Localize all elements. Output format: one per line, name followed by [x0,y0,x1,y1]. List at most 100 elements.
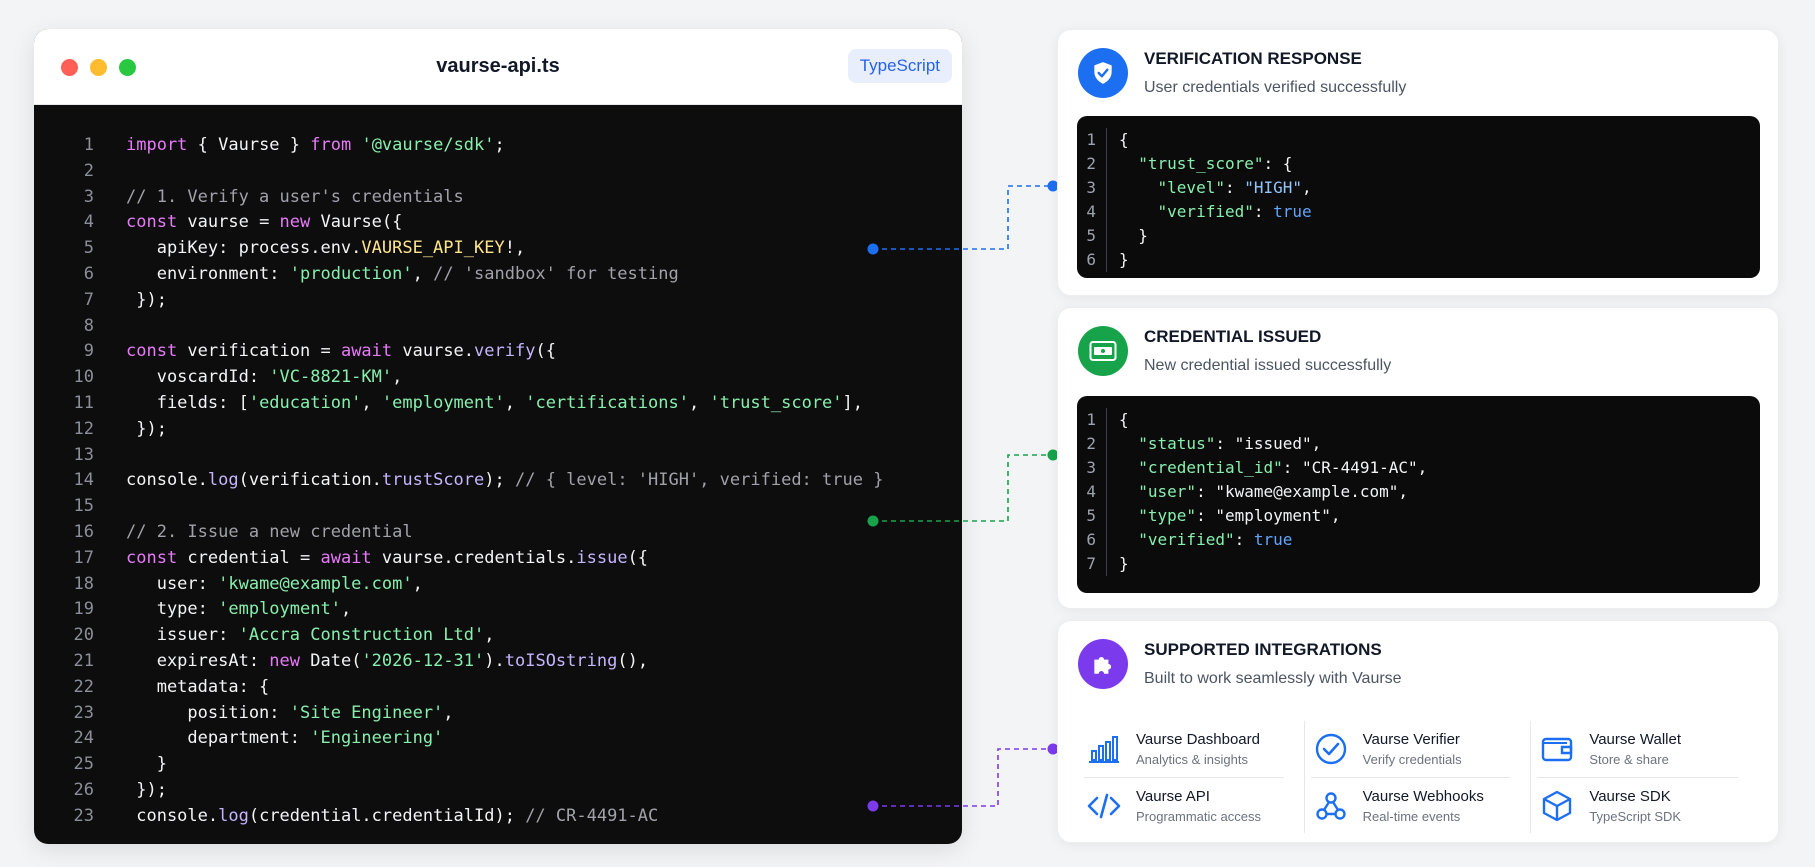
code-line: 6 environment: 'production', // 'sandbox… [34,262,962,288]
integration-vaurse-api[interactable]: Vaurse API Programmatic access [1084,777,1284,833]
code-text: metadata: { [126,675,270,701]
line-number: 11 [73,392,94,413]
json-line: 1{ [1077,408,1760,432]
wallet-icon [1537,729,1577,769]
line-number: 7 [83,289,94,310]
code-token: 'trust_score' [709,392,843,413]
code-token: const [126,341,178,362]
code-token: // { level: 'HIGH', verified: true } [514,470,884,491]
json-token: { [1119,130,1129,149]
json-line: 7} [1077,552,1760,576]
supported-integrations-card: SUPPORTED INTEGRATIONS Built to work sea… [1057,620,1779,843]
webhook-icon [1311,786,1351,826]
code-token: (), [617,650,649,671]
json-line: 6 "verified": true [1077,528,1760,552]
integration-vaurse-sdk[interactable]: Vaurse SDK TypeScript SDK [1537,777,1738,833]
code-token: await [320,547,372,568]
line-number: 5 [1077,504,1107,528]
code-line: 3 // 1. Verify a user's credentials [34,185,962,211]
json-token: , [1302,178,1312,197]
card-title: VERIFICATION RESPONSE [1144,49,1362,68]
json-token: "level" [1157,178,1225,197]
code-token: (verification. [238,470,382,491]
code-token: issuer: [126,625,239,646]
code-token: new [279,212,311,233]
code-line: 13 [34,443,962,469]
code-token: 'Site Engineer' [289,702,444,723]
code-line: 7 }); [34,288,962,314]
code-text: import { Vaurse } from '@vaurse/sdk'; [126,133,505,159]
code-token: 'employment' [381,392,505,413]
json-token: { [1119,410,1129,429]
integration-text: Vaurse Webhooks Real-time events [1363,788,1484,824]
json-line: 2 "trust_score": { [1077,152,1760,176]
code-area[interactable]: 1 import { Vaurse } from '@vaurse/sdk'; 2 3… [34,105,962,830]
json-response-block[interactable]: 1{2 "status": "issued", 3 "credential_id"… [1077,396,1760,593]
language-badge[interactable]: TypeScript [847,49,952,83]
json-token: "verified" [1157,202,1254,221]
code-line: 23 position: 'Site Engineer', [34,701,962,727]
code-token: 'kwame@example.com' [218,573,413,594]
code-text: // 1. Verify a user's credentials [126,185,464,211]
json-line: 4 "user": "kwame@example.com", [1077,480,1760,504]
line-number: 19 [73,599,94,620]
json-line: 5 } [1077,224,1760,248]
integration-description: Verify credentials [1362,752,1462,767]
integration-description: Programmatic access [1136,808,1261,824]
code-brackets-icon [1084,786,1124,826]
code-line: 8 [34,314,962,340]
code-token: , [412,263,434,284]
code-text: } [126,752,167,778]
code-token: Date( [300,650,362,671]
code-token: ], [842,392,864,413]
code-text: issuer: 'Accra Construction Ltd', [126,623,495,649]
code-token: !, [504,238,526,259]
code-text: fields: ['education', 'employment', 'cer… [126,391,863,417]
code-token: voscardId: [126,367,270,388]
line-number: 6 [83,263,94,284]
json-line: 1{ [1077,128,1760,152]
code-text: }); [126,778,167,804]
code-line: 21 expiresAt: new Date('2026-12-31').toI… [34,649,962,675]
integrations-column: Vaurse Dashboard Analytics & insights Vaur… [1078,721,1305,833]
code-token: 'VC-8821-KM' [269,367,393,388]
integration-vaurse-verifier[interactable]: Vaurse Verifier Verify credentials [1311,721,1511,777]
code-line: 17 const credential = await vaurse.creden… [34,546,962,572]
line-number: 8 [83,315,94,336]
code-token: console. [126,470,208,491]
json-token: : { [1263,154,1293,173]
integration-vaurse-webhooks[interactable]: Vaurse Webhooks Real-time events [1310,777,1511,833]
code-line: 23 console.log(credential.credentialId);… [34,804,962,830]
code-text: console.log(credential.credentialId); //… [126,804,658,830]
integration-vaurse-dashboard[interactable]: Vaurse Dashboard Analytics & insights [1084,721,1284,777]
code-token: verify [474,341,536,362]
integration-name: Vaurse API [1136,787,1210,805]
code-text: environment: 'production', // 'sandbox' … [126,262,679,288]
json-token: "credential_id" [1138,458,1283,477]
card-title: CREDENTIAL ISSUED [1144,327,1322,346]
integration-vaurse-wallet[interactable]: Vaurse Wallet Store & share [1537,721,1738,777]
verification-response-card: VERIFICATION RESPONSE User credentials v… [1057,29,1779,296]
code-text: console.log(verification.trustScore); //… [126,468,883,494]
code-token: const [126,547,178,568]
line-number: 3 [83,186,94,207]
json-token: : "kwame@example.com", [1196,482,1408,501]
line-number: 3 [1077,176,1107,200]
code-line: 12 }); [34,417,962,443]
code-line: 15 [34,494,962,520]
line-number: 9 [83,341,94,362]
code-token: fields: [ [126,392,249,413]
line-number: 10 [73,367,94,388]
code-token: new [269,650,301,671]
json-response-block[interactable]: 1{2 "trust_score": {3 "level": "HIGH", 4 … [1077,116,1760,278]
code-token: issue [576,547,628,568]
code-line: 20 issuer: 'Accra Construction Ltd', [34,623,962,649]
integration-text: Vaurse Verifier Verify credentials [1363,731,1462,767]
json-line: 4 "verified": true [1077,200,1760,224]
code-text: voscardId: 'VC-8821-KM', [126,365,403,391]
